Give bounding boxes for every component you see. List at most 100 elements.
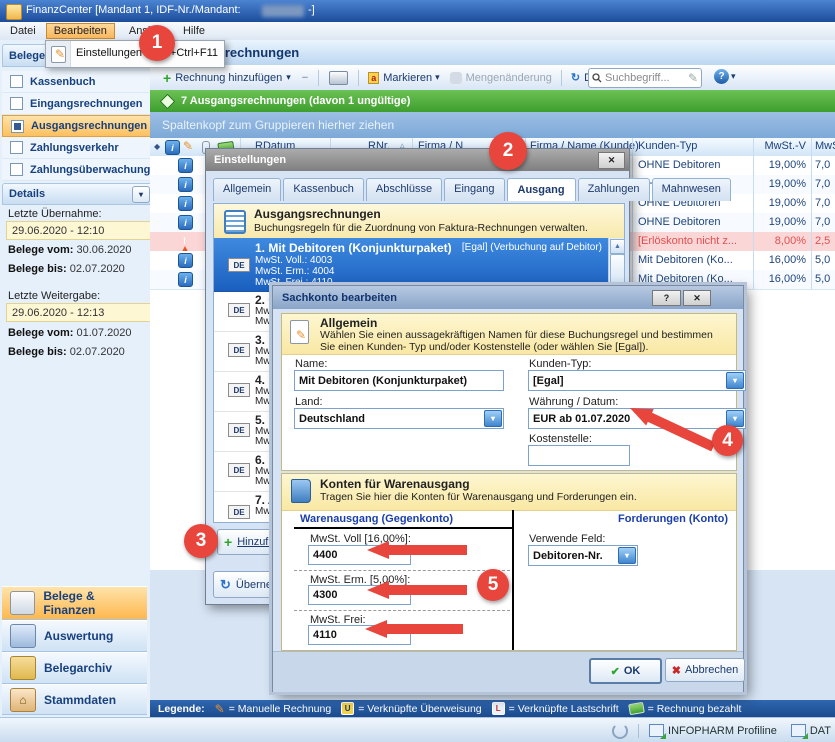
rule-title: 1. Mit Debitoren (Konjunkturpaket) <box>255 241 485 255</box>
application-window: FinanzCenter [Mandant 1, IDF-Nr./Mandant… <box>0 0 835 742</box>
menu-hilfe[interactable]: Hilfe <box>175 23 213 39</box>
checkbox-icon[interactable] <box>10 75 23 88</box>
annotation-circle-1: 1 <box>139 25 175 61</box>
tab-kassenbuch[interactable]: Kassenbuch <box>283 178 364 201</box>
settings-dialog-title: Einstellungen <box>214 154 286 166</box>
col-mwst-e[interactable]: MwS <box>815 140 835 152</box>
country-badge: DE <box>228 343 250 357</box>
country-badge: DE <box>228 383 250 397</box>
remove-invoice-button[interactable]: − <box>302 72 308 84</box>
sidebar-item-zahlungsverkehr[interactable]: Zahlungsverkehr <box>2 137 155 159</box>
status-app1[interactable]: INFOPHARM Profiline <box>668 725 777 737</box>
help-icon[interactable]: ? <box>652 290 681 306</box>
checkbox-icon-checked[interactable] <box>11 120 24 133</box>
pencil-icon: ✎ <box>55 47 65 61</box>
sidebar-item-zahlungsueberwachung[interactable]: Zahlungsüberwachung <box>2 159 155 181</box>
import-to-row: Belege bis: 02.07.2020 <box>8 263 125 275</box>
sidebar: Belege Kassenbuch Eingangsrechnungen Aus… <box>0 40 151 717</box>
group-by-bar[interactable]: Spaltenkopf zum Gruppieren hierher ziehe… <box>150 112 835 138</box>
mark-button[interactable]: a Markieren ▾ <box>363 70 444 86</box>
sync-spinner-icon <box>612 723 628 739</box>
add-invoice-button[interactable]: + Rechnung hinzufügen ▾ <box>158 68 296 88</box>
nav-belege-finanzen[interactable]: Belege & Finanzen <box>2 586 147 620</box>
sidebar-item-eingangsrechnungen[interactable]: Eingangsrechnungen <box>2 93 155 115</box>
verwende-feld-select[interactable]: Debitoren-Nr. ▾ <box>528 545 638 566</box>
country-badge: DE <box>228 303 250 317</box>
name-label: Name: <box>295 358 327 370</box>
quantity-change-button[interactable]: Mengenänderung <box>445 70 557 86</box>
chevron-down-icon[interactable]: ▾ <box>726 372 744 389</box>
column-divider <box>753 138 754 289</box>
tab-eingang[interactable]: Eingang <box>444 178 504 201</box>
sidebar-panel-title: Belege <box>9 50 45 62</box>
tab-mahnwesen[interactable]: Mahnwesen <box>652 178 731 201</box>
tab-zahlungen[interactable]: Zahlungen <box>578 178 650 201</box>
pencil-column-icon[interactable]: ✎ <box>183 139 193 153</box>
country-badge: DE <box>228 505 250 519</box>
details-filter-button[interactable]: ▾ <box>132 186 150 203</box>
col-kunden-typ[interactable]: Kunden-Typ <box>638 140 697 152</box>
chevron-down-icon[interactable]: ▾ <box>484 410 502 427</box>
account-dialog-titlebar[interactable]: Sachkonto bearbeiten ? ✕ <box>273 286 743 309</box>
manual-invoice-icon: ✎ <box>215 702 225 716</box>
close-icon[interactable]: ✕ <box>598 152 625 169</box>
kundentyp-select[interactable]: [Egal] ▾ <box>528 370 746 391</box>
print-icon[interactable] <box>329 71 348 85</box>
search-box[interactable]: Suchbegriff... ✎ <box>588 68 702 88</box>
chevron-down-icon[interactable]: ▾ <box>618 547 636 564</box>
info-icon[interactable]: i <box>178 215 193 230</box>
edit-search-icon[interactable]: ✎ <box>688 71 698 85</box>
scroll-up-icon[interactable]: ▲ <box>610 239 625 254</box>
general-group: ✎ Allgemein Wählen Sie einen aussagekräf… <box>281 313 737 471</box>
info-icon[interactable]: i <box>178 177 193 192</box>
column-divider <box>632 138 633 289</box>
info-icon[interactable]: i <box>178 272 193 287</box>
edit-menu-dropdown: ✎ Einstellungen +Ctrl+F11 <box>45 40 225 68</box>
checkbox-icon[interactable] <box>10 97 23 110</box>
kostenstelle-field[interactable] <box>528 445 630 466</box>
sidebar-item-ausgangsrechnungen[interactable]: Ausgangsrechnungen <box>2 115 155 137</box>
rule-item-selected[interactable]: DE 1. Mit Debitoren (Konjunkturpaket) [E… <box>214 238 608 292</box>
verwende-feld-label: Verwende Feld: <box>529 533 605 545</box>
info-icon[interactable]: i <box>178 158 193 173</box>
menu-item-einstellungen[interactable]: Einstellungen <box>76 47 142 59</box>
cross-icon: ✖ <box>672 664 681 677</box>
cancel-button[interactable]: ✖ Abbrechen <box>665 658 745 682</box>
tab-allgemein[interactable]: Allgemein <box>213 178 281 201</box>
land-select[interactable]: Deutschland ▾ <box>294 408 504 429</box>
rules-list-icon <box>224 210 246 234</box>
receivables-header: Forderungen (Konto) <box>618 513 728 525</box>
status-app2[interactable]: DAT <box>810 725 831 737</box>
nav-stammdaten[interactable]: ⌂ Stammdaten <box>2 684 147 715</box>
tab-abschluesse[interactable]: Abschlüsse <box>366 178 442 201</box>
col-mwst-v[interactable]: MwSt.-V <box>753 140 806 152</box>
name-field[interactable]: Mit Debitoren (Konjunkturpaket) <box>294 370 504 391</box>
info-column-icon[interactable]: i <box>165 140 180 155</box>
status-bar: INFOPHARM Profiline DAT <box>0 717 835 742</box>
sidebar-item-kassenbuch[interactable]: Kassenbuch <box>2 71 155 93</box>
highlight-a-icon: a <box>368 72 379 84</box>
kostenstelle-label: Kostenstelle: <box>529 433 592 445</box>
checkbox-icon[interactable] <box>10 163 23 176</box>
forward-to-row: Belege bis: 02.07.2020 <box>8 346 125 358</box>
ok-button[interactable]: ✔ OK <box>589 658 662 684</box>
last-import-label: Letzte Übernahme: <box>8 208 102 220</box>
info-icon[interactable]: i <box>178 253 193 268</box>
nav-belegarchiv[interactable]: Belegarchiv <box>2 652 147 684</box>
accounts-group: Konten für Warenausgang Tragen Sie hier … <box>281 473 737 651</box>
last-import-value: 29.06.2020 - 12:10 <box>6 221 151 240</box>
annotation-arrow-voll <box>367 541 467 559</box>
refresh-icon: ↻ <box>220 577 231 593</box>
info-icon[interactable]: i <box>178 196 193 211</box>
checkbox-icon[interactable] <box>10 141 23 154</box>
help-button[interactable]: ? ▾ <box>714 69 736 84</box>
menu-datei[interactable]: Datei <box>2 23 44 39</box>
settings-dialog-titlebar[interactable]: Einstellungen ✕ <box>206 149 629 171</box>
notebook-pencil-icon <box>10 624 36 648</box>
nav-auswertung[interactable]: Auswertung <box>2 620 147 652</box>
close-icon[interactable]: ✕ <box>683 290 711 306</box>
tab-ausgang[interactable]: Ausgang <box>507 178 576 201</box>
menu-bearbeiten[interactable]: Bearbeiten <box>46 23 115 39</box>
kundentyp-label: Kunden-Typ: <box>529 358 591 370</box>
annotation-circle-5: 5 <box>477 569 509 601</box>
